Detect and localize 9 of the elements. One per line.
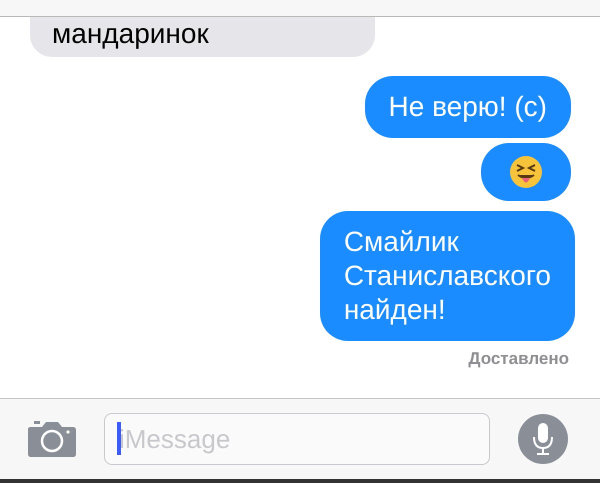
message-bubble: Не верю! (с) (364, 76, 571, 138)
text-cursor (117, 422, 121, 455)
message-bubble: мандаринок (30, 17, 375, 57)
microphone-icon (532, 422, 554, 456)
delivery-status: Доставлено (468, 349, 569, 369)
camera-icon[interactable] (28, 421, 76, 457)
microphone-button[interactable] (518, 414, 568, 464)
message-bubble: Смайлик Станиславского найден! (320, 211, 575, 341)
emoji-icon (509, 155, 543, 189)
